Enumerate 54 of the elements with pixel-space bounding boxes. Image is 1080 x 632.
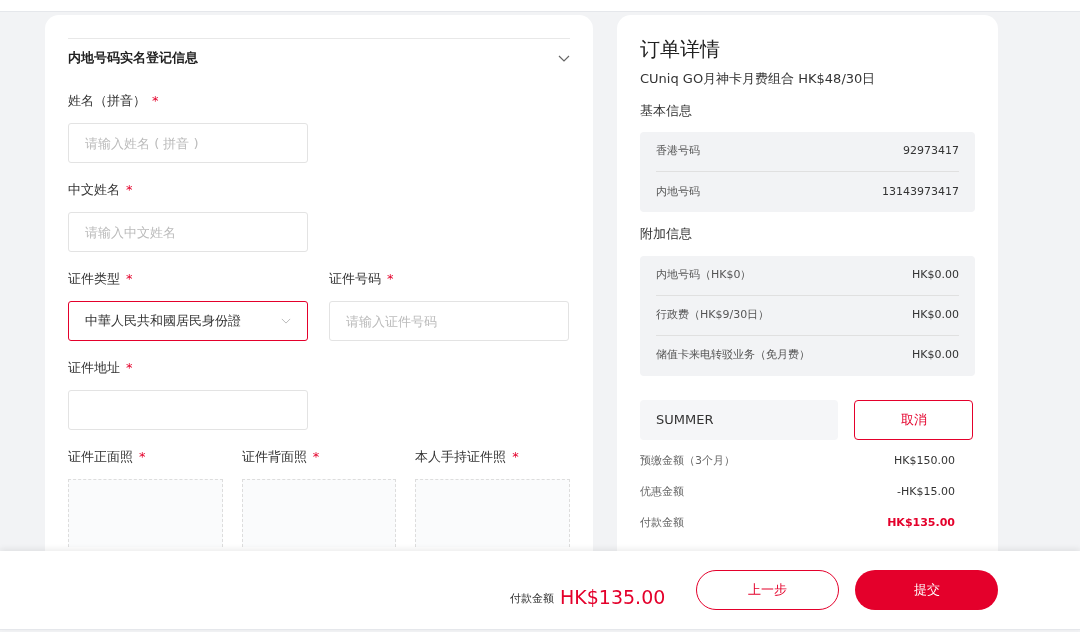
plan-name: CUniq GO月神卡月费组合 HK$48/30日 xyxy=(640,70,877,88)
section-heading: 附加信息 xyxy=(640,225,693,243)
required-mark: * xyxy=(152,92,159,111)
info-value: HK$0.00 xyxy=(912,306,959,323)
section-title: 内地号码实名登记信息 xyxy=(68,49,198,68)
field-label: 本人手持证件照 xyxy=(415,448,507,467)
summary-value: HK$150.00 xyxy=(894,452,955,469)
field-label: 中文姓名 xyxy=(68,181,120,200)
input-field[interactable]: 请输入中文姓名 xyxy=(68,212,308,252)
upload-area[interactable] xyxy=(68,479,223,547)
summary-value: -HK$15.00 xyxy=(897,483,955,500)
info-value: HK$0.00 xyxy=(912,266,959,283)
field-label: 姓名（拼音） xyxy=(68,92,146,111)
field-label: 证件正面照 xyxy=(68,448,133,467)
input-field[interactable]: 请输入证件号码 xyxy=(329,301,569,341)
required-mark: * xyxy=(126,270,133,289)
info-label: 储值卡来电转驳业务（免月费） xyxy=(656,347,810,364)
select-value: 中華人民共和國居民身份證 xyxy=(85,312,241,331)
input-field[interactable] xyxy=(68,390,308,430)
field-label: 证件背面照 xyxy=(241,448,307,467)
submit-button[interactable]: 提交 xyxy=(855,570,998,610)
required-mark: * xyxy=(126,359,133,378)
required-mark: * xyxy=(139,448,146,467)
chevron-icon[interactable] xyxy=(558,54,570,62)
order-title: 订单详情 xyxy=(640,36,721,63)
upload-area[interactable] xyxy=(241,479,397,547)
cancel-button[interactable]: 取消 xyxy=(854,399,973,440)
info-value: 13143973417 xyxy=(882,183,959,200)
section-heading: 基本信息 xyxy=(640,101,693,120)
info-label: 香港号码 xyxy=(656,143,700,160)
required-mark: * xyxy=(312,448,320,467)
required-mark: * xyxy=(387,270,394,289)
total-amount: HK$135.00 xyxy=(560,585,666,609)
back-button[interactable]: 上一步 xyxy=(696,570,839,610)
info-label: 内地号码 xyxy=(656,183,700,200)
summary-label: 付款金额 xyxy=(640,514,684,531)
input-field[interactable]: 请输入姓名 ( 拼音 ) xyxy=(68,123,308,163)
info-label: 内地号码（HK$0） xyxy=(656,266,752,283)
chevron-icon xyxy=(281,318,291,324)
select-field[interactable]: 中華人民共和國居民身份證 xyxy=(68,301,308,341)
field-label: 证件类型 xyxy=(68,270,120,289)
required-mark: * xyxy=(126,181,133,200)
total-label: 付款金额 xyxy=(510,590,554,607)
info-label: 行政费（HK$9/30日） xyxy=(656,306,770,323)
summary-label: 预缴金额（3个月） xyxy=(640,452,735,469)
upload-area[interactable] xyxy=(415,479,570,547)
field-label: 证件地址 xyxy=(68,359,120,378)
coupon-field[interactable]: SUMMER xyxy=(640,399,838,440)
summary-value: HK$135.00 xyxy=(887,514,955,531)
info-value: 92973417 xyxy=(903,143,959,160)
field-label: 证件号码 xyxy=(329,270,381,289)
summary-label: 优惠金额 xyxy=(640,483,684,500)
info-value: HK$0.00 xyxy=(912,347,959,364)
required-mark: * xyxy=(512,448,519,467)
